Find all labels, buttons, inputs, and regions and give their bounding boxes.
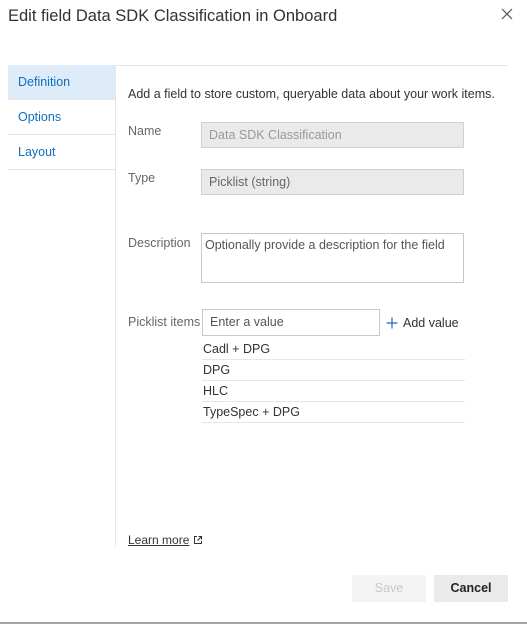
picklist-value-input[interactable]: Enter a value: [202, 309, 380, 336]
edit-field-dialog: Edit field Data SDK Classification in On…: [0, 0, 527, 624]
nav-item-layout[interactable]: Layout: [8, 135, 115, 170]
picklist-item[interactable]: Cadl + DPG: [202, 339, 465, 360]
picklist-item[interactable]: DPG: [202, 360, 465, 381]
picklist-item[interactable]: TypeSpec + DPG: [202, 402, 465, 423]
intro-text: Add a field to store custom, queryable d…: [128, 87, 495, 101]
description-label: Description: [128, 236, 191, 250]
add-value-button[interactable]: Add value: [386, 314, 459, 332]
nav-item-definition[interactable]: Definition: [8, 65, 115, 100]
cancel-button[interactable]: Cancel: [434, 575, 508, 602]
save-button[interactable]: Save: [352, 575, 426, 602]
type-label: Type: [128, 171, 156, 185]
add-value-label: Add value: [403, 316, 459, 330]
external-link-icon: [194, 536, 203, 544]
picklist-items: Cadl + DPG DPG HLC TypeSpec + DPG: [202, 339, 465, 423]
type-field: Picklist (string): [201, 169, 464, 195]
picklist-label: Picklist items: [128, 315, 201, 329]
side-nav: Definition Options Layout: [8, 65, 116, 547]
picklist-item[interactable]: HLC: [202, 381, 465, 402]
description-input[interactable]: Optionally provide a description for the…: [201, 233, 464, 283]
name-label: Name: [128, 124, 162, 138]
plus-icon: [386, 317, 398, 329]
definition-panel: Add a field to store custom, queryable d…: [128, 0, 508, 560]
name-field: Data SDK Classification: [201, 122, 464, 148]
nav-item-options[interactable]: Options: [8, 100, 115, 135]
learn-more-link[interactable]: Learn more: [128, 533, 203, 547]
learn-more-label: Learn more: [128, 533, 190, 547]
